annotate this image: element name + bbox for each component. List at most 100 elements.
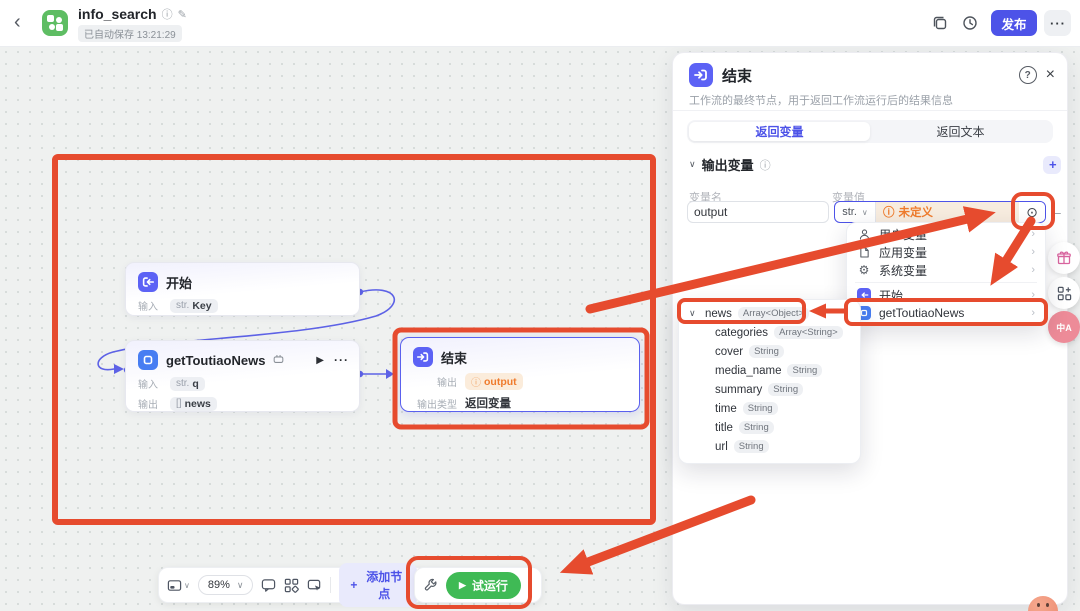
tree-item-news[interactable]: ∨ news Array<Object>	[679, 304, 860, 323]
tree-item-categories[interactable]: categories Array<String>	[679, 323, 860, 342]
menu-item-app-variable[interactable]: 应用变量 ›	[847, 243, 1045, 261]
translate-icon: 中A	[1056, 321, 1072, 334]
translate-button[interactable]: 中A	[1048, 311, 1080, 343]
help-icon[interactable]: ?	[1019, 66, 1037, 84]
chevron-down-icon: ∨	[184, 581, 190, 590]
input-label: 输入	[138, 376, 162, 391]
select-variable-button[interactable]: ⊙	[1019, 202, 1045, 222]
plus-icon: +	[350, 578, 357, 592]
param-name: q	[192, 378, 198, 390]
variable-name: categories	[715, 327, 768, 339]
tab-return-text[interactable]: 返回文本	[870, 122, 1051, 141]
zoom-select[interactable]: 89% ∨	[198, 575, 254, 595]
workflow-title: info_search	[78, 6, 157, 22]
tree-item-media-name[interactable]: media_name String	[679, 361, 860, 380]
edit-icon[interactable]: ✎	[178, 8, 187, 21]
output-value: output	[484, 376, 517, 388]
autosave-badge: 已自动保存 13:21:29	[78, 25, 182, 42]
start-node-icon	[138, 272, 158, 292]
node-title: 开始	[166, 273, 192, 292]
run-node-button[interactable]: ▶	[316, 355, 324, 366]
param-name: news	[185, 398, 211, 410]
tab-return-variable[interactable]: 返回变量	[689, 122, 870, 141]
node-more-button[interactable]: ···	[334, 353, 349, 367]
variable-name: summary	[715, 384, 762, 396]
gear-icon: ⚙	[857, 263, 871, 277]
input-label: 输入	[138, 298, 162, 313]
info-icon[interactable]: ⓘ	[162, 6, 173, 22]
variable-type-tag: String	[787, 364, 822, 377]
wrench-icon[interactable]	[423, 578, 438, 593]
tree-item-title[interactable]: title String	[679, 418, 860, 437]
chevron-down-icon[interactable]: ∨	[689, 159, 696, 170]
plugin-badge-icon	[273, 351, 284, 369]
variable-name: title	[715, 422, 733, 434]
add-node-button[interactable]: + 添加节点	[339, 563, 417, 607]
node-start[interactable]: 开始 输入 str. Key	[125, 262, 360, 316]
publish-button[interactable]: 发布	[991, 10, 1037, 36]
menu-item-system-variable[interactable]: ⚙ 系统变量 ›	[847, 261, 1045, 279]
end-node-icon	[689, 63, 713, 87]
widgets-add-button[interactable]	[1048, 277, 1080, 309]
node-gettoutiaonews[interactable]: getToutiaoNews ▶ ··· 输入 str. q 输出 [] new…	[125, 340, 360, 412]
duplicate-icon[interactable]	[932, 15, 948, 31]
param-type: str.	[176, 378, 189, 389]
test-run-label: 试运行	[472, 577, 508, 594]
node-end[interactable]: 结束 输出 ⓘ output 输出类型 返回变量	[400, 337, 640, 412]
menu-item-label: 应用变量	[879, 244, 927, 261]
menu-item-start-node[interactable]: 开始 ›	[847, 286, 1045, 304]
tree-item-summary[interactable]: summary String	[679, 380, 860, 399]
divider	[855, 282, 1037, 283]
more-button[interactable]: ···	[1044, 10, 1071, 36]
menu-item-label: 系统变量	[879, 262, 927, 279]
info-icon: ⓘ	[883, 204, 895, 220]
menu-item-label: getToutiaoNews	[879, 306, 964, 320]
param-badge: str. q	[170, 377, 205, 391]
output-warning-badge: ⓘ output	[465, 373, 523, 390]
tree-item-cover[interactable]: cover String	[679, 342, 860, 361]
output-type-label: 输出类型	[413, 396, 457, 411]
chevron-down-icon: ∨	[689, 308, 699, 319]
output-label: 输出	[413, 374, 457, 389]
variable-name: url	[715, 441, 728, 453]
zoom-level: 89%	[208, 579, 230, 591]
menu-item-user-variable[interactable]: 用户变量 ›	[847, 225, 1045, 243]
variable-name: cover	[715, 346, 743, 358]
variable-value-field: str. ∨ ⓘ 未定义 ⊙	[834, 201, 1046, 223]
comment-icon[interactable]	[261, 578, 276, 593]
variable-type-tag: String	[734, 440, 769, 453]
variable-name-input[interactable]	[687, 201, 829, 223]
variable-type-tag: String	[743, 402, 778, 415]
user-icon	[857, 228, 871, 241]
test-run-button[interactable]: ▶ 试运行	[446, 572, 521, 599]
panel-title: 结束	[722, 65, 752, 86]
type-select[interactable]: str. ∨	[835, 202, 876, 222]
minimap-icon[interactable]: ∨	[167, 578, 190, 593]
tree-item-url[interactable]: url String	[679, 437, 860, 456]
divider	[673, 110, 1067, 111]
back-button[interactable]: ‹	[14, 11, 21, 33]
add-node-label: 添加节点	[362, 568, 406, 602]
remove-variable-button[interactable]: –	[1053, 204, 1061, 220]
param-type: str.	[176, 300, 189, 311]
variable-type-tag: String	[768, 383, 803, 396]
frame-select-icon[interactable]	[307, 578, 322, 593]
variable-type-tag: Array<Object>	[738, 307, 809, 320]
param-badge: str. Key	[170, 299, 218, 313]
undefined-value-warning[interactable]: ⓘ 未定义	[876, 202, 1019, 222]
gift-button[interactable]	[1048, 242, 1080, 274]
tree-item-time[interactable]: time String	[679, 399, 860, 418]
close-icon[interactable]: ×	[1046, 66, 1055, 84]
workflow-editor: ‹ info_search ⓘ ✎ 已自动保存 13:21:29 发布 ··· …	[0, 0, 1080, 611]
history-clock-icon[interactable]	[962, 15, 978, 31]
chevron-right-icon: ›	[1031, 307, 1035, 319]
variable-type-tag: String	[739, 421, 774, 434]
param-name: Key	[192, 300, 211, 312]
menu-item-gettoutiaonews[interactable]: getToutiaoNews ›	[847, 304, 1045, 322]
type-value: str.	[842, 206, 857, 218]
undefined-label: 未定义	[899, 204, 934, 220]
add-variable-button[interactable]: +	[1043, 156, 1061, 174]
output-label: 输出	[138, 396, 162, 411]
components-icon[interactable]	[284, 578, 299, 593]
canvas-toolbar: ∨ 89% ∨ + 添加节点	[158, 567, 426, 603]
